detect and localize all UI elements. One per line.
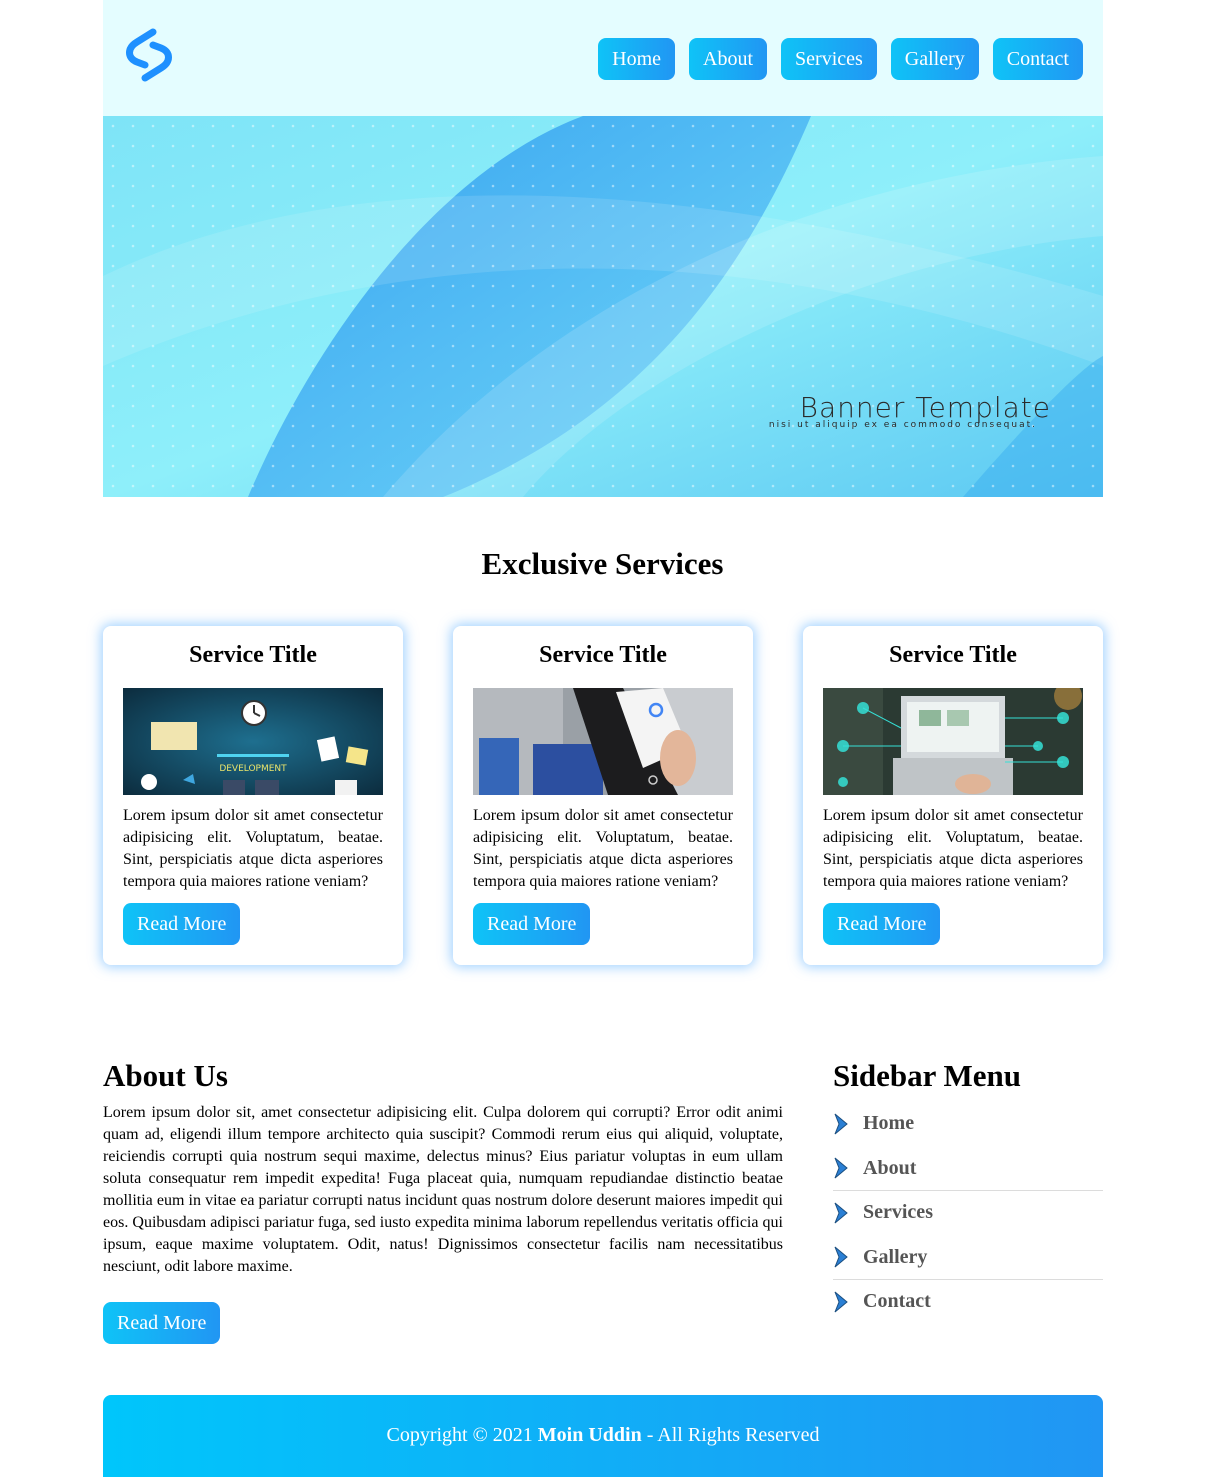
sidebar-item-about[interactable]: About xyxy=(833,1147,1103,1191)
nav-about-button[interactable]: About xyxy=(689,38,768,80)
logo-icon[interactable] xyxy=(123,28,175,82)
site-header: Home About Services Gallery Contact xyxy=(103,0,1103,116)
about-text: Lorem ipsum dolor sit, amet consectetur … xyxy=(103,1104,783,1275)
main-nav: Home About Services Gallery Contact xyxy=(598,38,1083,80)
sidebar-item-label: About xyxy=(863,1156,917,1179)
banner-subtitle: nisi ut aliquip ex ea commodo consequat. xyxy=(768,420,1037,430)
service-card: Service Title Lorem ipsum dolor sit amet… xyxy=(453,626,753,965)
sidebar-item-gallery[interactable]: Gallery xyxy=(833,1236,1103,1280)
sidebar-menu: Home About Services Gallery Contact xyxy=(833,1102,1103,1325)
service-card: Service Title DEVELOPMENT Lorem ipsum do… xyxy=(103,626,403,965)
nav-services-button[interactable]: Services xyxy=(781,38,877,80)
service-card-title: Service Title xyxy=(189,642,317,668)
service-card-description: Lorem ipsum dolor sit amet consectetur a… xyxy=(823,807,1083,890)
sidebar-item-label: Services xyxy=(863,1201,933,1224)
nav-home-button[interactable]: Home xyxy=(598,38,676,80)
read-more-button[interactable]: Read More xyxy=(473,903,591,945)
sidebar-item-services[interactable]: Services xyxy=(833,1191,1103,1236)
chevron-right-icon xyxy=(834,1291,848,1313)
service-image-network xyxy=(823,688,1083,795)
sidebar-item-label: Contact xyxy=(863,1290,931,1313)
service-card-description: Lorem ipsum dolor sit amet consectetur a… xyxy=(473,807,733,890)
copyright-text: Copyright © 2021 Moin Uddin - All Rights… xyxy=(103,1424,1103,1447)
banner-background xyxy=(103,116,1103,497)
chevron-right-icon xyxy=(834,1157,848,1179)
author-name: Moin Uddin xyxy=(537,1424,642,1446)
sidebar-item-label: Gallery xyxy=(863,1245,928,1268)
sidebar-item-home[interactable]: Home xyxy=(833,1102,1103,1147)
read-more-button[interactable]: Read More xyxy=(823,903,941,945)
service-image-development: DEVELOPMENT xyxy=(123,688,383,795)
hero-banner: Banner Template nisi ut aliquip ex ea co… xyxy=(103,116,1103,497)
chevron-right-icon xyxy=(834,1113,848,1135)
copyright-suffix: - All Rights Reserved xyxy=(646,1424,820,1446)
nav-gallery-button[interactable]: Gallery xyxy=(890,38,979,80)
about-read-more-button[interactable]: Read More xyxy=(103,1302,221,1344)
sidebar-item-contact[interactable]: Contact xyxy=(833,1280,1103,1325)
service-card-title: Service Title xyxy=(889,642,1017,668)
services-heading: Exclusive Services xyxy=(481,546,724,581)
sidebar-heading: Sidebar Menu xyxy=(833,1058,1022,1093)
nav-contact-button[interactable]: Contact xyxy=(992,38,1083,80)
copyright-prefix: Copyright © 2021 xyxy=(386,1424,533,1446)
site-footer: Copyright © 2021 Moin Uddin - All Rights… xyxy=(103,1395,1103,1477)
about-heading: About Us xyxy=(103,1058,228,1093)
service-card-title: Service Title xyxy=(539,642,667,668)
chevron-right-icon xyxy=(834,1202,848,1224)
chevron-right-icon xyxy=(834,1246,848,1268)
image-caption: DEVELOPMENT xyxy=(219,764,287,774)
service-image-phone xyxy=(473,688,733,795)
service-card-description: Lorem ipsum dolor sit amet consectetur a… xyxy=(123,807,383,890)
service-card: Service Title Lorem ipsum dolor sit amet… xyxy=(803,626,1103,965)
sidebar-item-label: Home xyxy=(863,1112,915,1135)
read-more-button[interactable]: Read More xyxy=(123,903,241,945)
